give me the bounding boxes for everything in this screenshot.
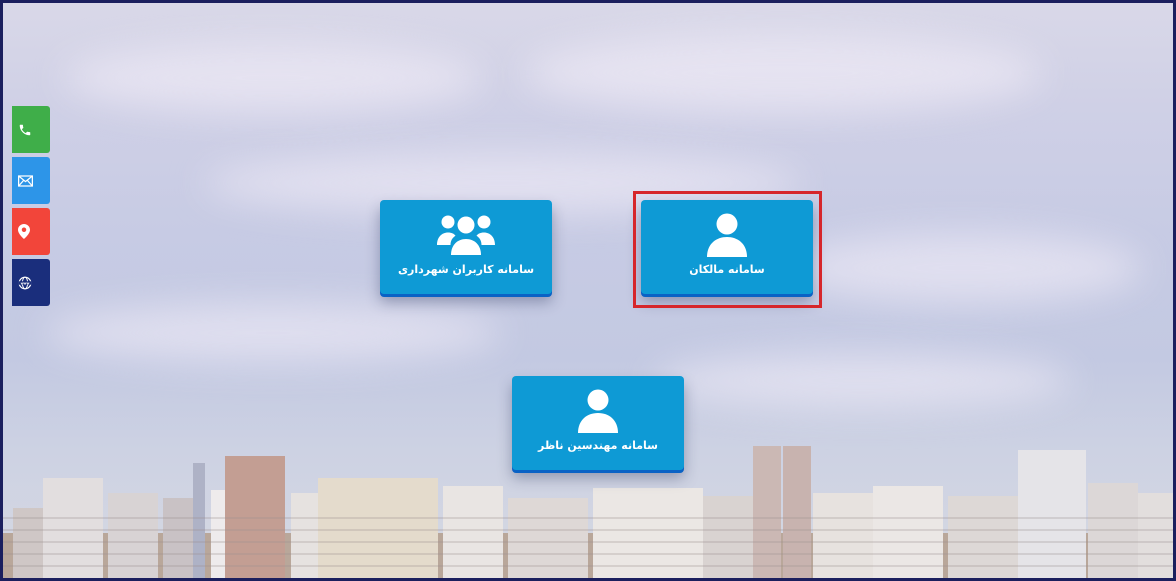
tile-supervising-engineers[interactable]: سامانه مهندسین ناظر: [512, 376, 684, 470]
tile-label: سامانه مهندسین ناظر: [538, 439, 658, 452]
cloud: [523, 33, 1043, 113]
phone-icon: [19, 124, 31, 135]
cloud: [63, 43, 483, 113]
tile-municipality-users[interactable]: سامانه کاربران شهرداری: [380, 200, 552, 294]
cloud: [783, 233, 1143, 303]
users-group-icon: [437, 209, 495, 257]
side-item-phone[interactable]: [12, 106, 50, 153]
landing-page: www سامانه کاربران شهرداری سامانه مالکان…: [0, 0, 1176, 581]
www-globe-icon: www: [18, 276, 32, 289]
user-icon: [578, 385, 618, 433]
side-item-email[interactable]: [12, 157, 50, 204]
contact-side-bar: www: [12, 106, 50, 310]
side-item-website[interactable]: www: [12, 259, 50, 306]
cloud: [653, 353, 1073, 408]
selection-highlight-box: [633, 191, 822, 308]
tile-label: سامانه کاربران شهرداری: [397, 263, 535, 276]
mail-icon: [18, 174, 33, 187]
side-item-location[interactable]: [12, 208, 50, 255]
cloud: [43, 303, 503, 363]
svg-text:www: www: [21, 281, 30, 285]
location-pin-icon: [18, 224, 30, 239]
